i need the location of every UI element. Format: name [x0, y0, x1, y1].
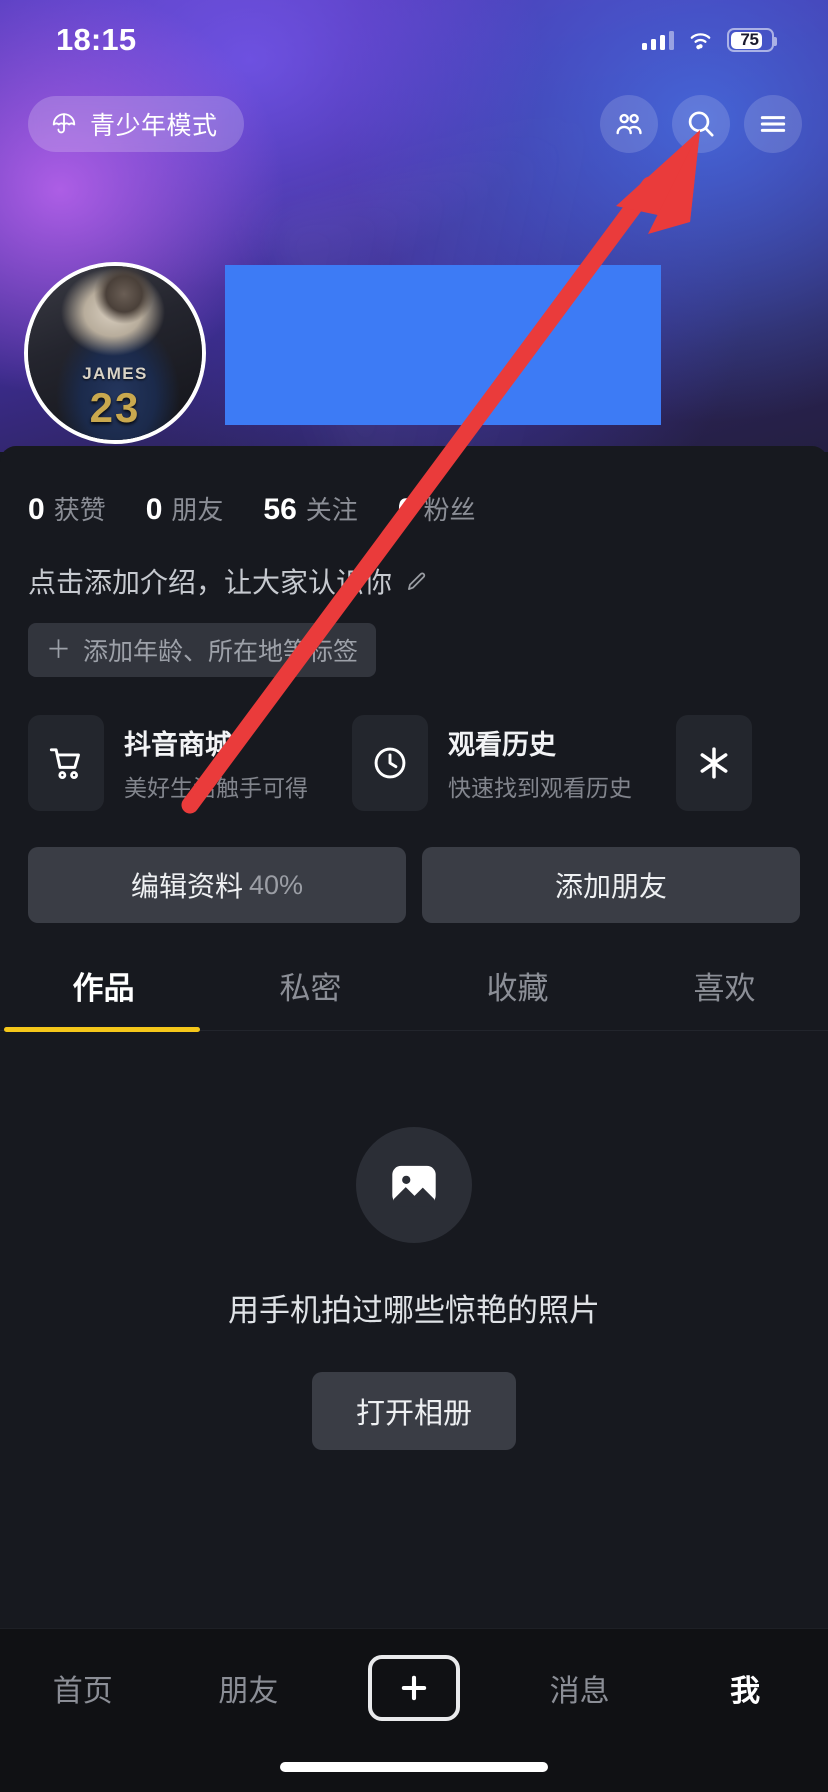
- active-tab-underline: [4, 1027, 200, 1032]
- friends-icon: [616, 113, 642, 135]
- shortcut-card-history[interactable]: 观看历史 快速找到观看历史: [352, 715, 658, 811]
- tab-label: 私密: [279, 971, 342, 1006]
- stat-value: 0: [397, 493, 415, 526]
- shortcut-card-subtitle: 美好生活触手可得: [124, 775, 308, 801]
- stat-friends[interactable]: 0 朋友: [146, 490, 224, 527]
- profile-body-sheet: 0 获赞 0 朋友 56 关注 0 粉丝 点击添加介绍，让大家认识你 ＋ 添加年…: [0, 446, 828, 1792]
- edit-profile-button[interactable]: 编辑资料 40%: [28, 847, 406, 923]
- status-clock: 18:15: [56, 22, 137, 57]
- battery-level-text: 75: [740, 30, 759, 49]
- avatar[interactable]: JAMES 23: [24, 262, 206, 444]
- bottom-nav-friends[interactable]: 朋友: [173, 1657, 323, 1719]
- profile-stats-row: 0 获赞 0 朋友 56 关注 0 粉丝: [0, 446, 828, 527]
- pencil-icon: [408, 572, 426, 590]
- tab-works[interactable]: 作品: [0, 963, 207, 1030]
- search-button[interactable]: [672, 95, 730, 153]
- tab-label: 作品: [72, 971, 135, 1006]
- bottom-nav-messages[interactable]: 消息: [505, 1657, 655, 1719]
- shortcut-card-title: 观看历史: [448, 730, 556, 760]
- status-indicators: 75: [641, 28, 777, 52]
- friends-button[interactable]: [600, 95, 658, 153]
- bottom-nav-label: 消息: [549, 1675, 610, 1708]
- shortcut-card-mall[interactable]: 抖音商城 美好生活触手可得: [28, 715, 334, 811]
- stat-likes[interactable]: 0 获赞: [28, 490, 106, 527]
- teen-mode-label: 青少年模式: [90, 112, 218, 140]
- tab-favorites[interactable]: 收藏: [414, 963, 621, 1030]
- bottom-nav-me[interactable]: 我: [670, 1657, 820, 1719]
- stat-label: 获赞: [53, 495, 106, 525]
- open-album-button[interactable]: 打开相册: [311, 1372, 516, 1450]
- shortcut-card-partial[interactable]: [676, 715, 752, 811]
- add-tags-label: 添加年龄、所在地等标签: [83, 638, 359, 666]
- status-bar: 18:15 75: [0, 0, 828, 80]
- asterisk-icon: [700, 747, 728, 779]
- empty-state: 用手机拍过哪些惊艳的照片 打开相册: [0, 1031, 828, 1450]
- add-tags-button[interactable]: ＋ 添加年龄、所在地等标签: [28, 623, 377, 677]
- teen-mode-button[interactable]: 青少年模式: [28, 96, 244, 152]
- stat-label: 粉丝: [423, 495, 476, 525]
- shopping-cart-icon: [49, 748, 80, 780]
- wifi-icon: [690, 33, 711, 50]
- bottom-nav-label: 朋友: [218, 1675, 279, 1708]
- tab-label: 收藏: [486, 971, 549, 1006]
- stat-label: 关注: [305, 495, 358, 525]
- battery-icon: 75: [727, 28, 777, 52]
- redacted-username-block: [225, 265, 661, 425]
- edit-profile-label: 编辑资料: [130, 871, 243, 902]
- edit-profile-percent: 40%: [248, 869, 304, 900]
- top-nav-icon-group: [600, 95, 802, 153]
- hamburger-menu-icon: [760, 116, 786, 132]
- hamburger-menu-button[interactable]: [744, 95, 802, 153]
- top-navigation-bar: 青少年模式: [0, 95, 828, 153]
- umbrella-icon: [52, 113, 76, 134]
- bottom-nav-label: 我: [730, 1675, 761, 1708]
- add-friend-label: 添加朋友: [554, 871, 667, 902]
- plus-icon: [401, 1675, 427, 1701]
- tab-private[interactable]: 私密: [207, 963, 414, 1030]
- tab-likes[interactable]: 喜欢: [621, 963, 828, 1030]
- empty-state-text: 用手机拍过哪些惊艳的照片: [228, 1293, 600, 1328]
- bio-row[interactable]: 点击添加介绍，让大家认识你: [0, 527, 828, 601]
- shortcut-card-texts: 抖音商城 美好生活触手可得: [124, 723, 308, 803]
- bottom-navigation-bar: 首页 朋友 消息 我: [0, 1628, 828, 1792]
- add-friend-button[interactable]: 添加朋友: [422, 847, 800, 923]
- profile-action-buttons: 编辑资料 40% 添加朋友: [0, 811, 828, 923]
- clock-icon: [374, 747, 406, 779]
- photo-image-icon: [392, 1165, 436, 1207]
- empty-state-icon-wrap: [356, 1127, 472, 1243]
- content-tabs: 作品 私密 收藏 喜欢: [0, 963, 828, 1032]
- stat-following[interactable]: 56 关注: [263, 490, 357, 527]
- stat-followers[interactable]: 0 粉丝: [398, 490, 476, 527]
- cellular-bars-icon: [641, 30, 674, 50]
- stat-value: 0: [28, 493, 45, 526]
- create-post-button[interactable]: [367, 1655, 460, 1721]
- search-icon: [688, 111, 714, 137]
- tab-label: 喜欢: [693, 971, 756, 1006]
- shortcut-card-subtitle: 快速找到观看历史: [448, 775, 632, 801]
- bottom-nav-create[interactable]: [339, 1655, 489, 1721]
- stat-value: 56: [263, 493, 297, 526]
- bottom-nav-label: 首页: [52, 1675, 113, 1708]
- avatar-jersey-number: 23: [89, 384, 141, 431]
- shortcut-cards-row: 抖音商城 美好生活触手可得 观看历史 快速找到观看历史: [0, 677, 828, 811]
- bio-placeholder-text: 点击添加介绍，让大家认识你: [28, 567, 393, 598]
- shortcut-card-icon-wrap: [352, 715, 428, 811]
- stat-value: 0: [145, 493, 163, 526]
- bottom-nav-home[interactable]: 首页: [8, 1657, 158, 1719]
- stat-label: 朋友: [171, 495, 224, 525]
- shortcut-card-texts: 观看历史 快速找到观看历史: [448, 723, 632, 803]
- open-album-label: 打开相册: [355, 1398, 472, 1430]
- home-indicator: [280, 1762, 548, 1772]
- plus-icon: ＋: [46, 635, 72, 664]
- app-screen: 18:15 75 青少年模式 JAMES 23 0 获赞 0 朋友 56 关注 …: [0, 0, 828, 1792]
- shortcut-card-icon-wrap: [28, 715, 104, 811]
- shortcut-card-title: 抖音商城: [124, 730, 232, 760]
- avatar-jersey-name: JAMES: [82, 364, 148, 383]
